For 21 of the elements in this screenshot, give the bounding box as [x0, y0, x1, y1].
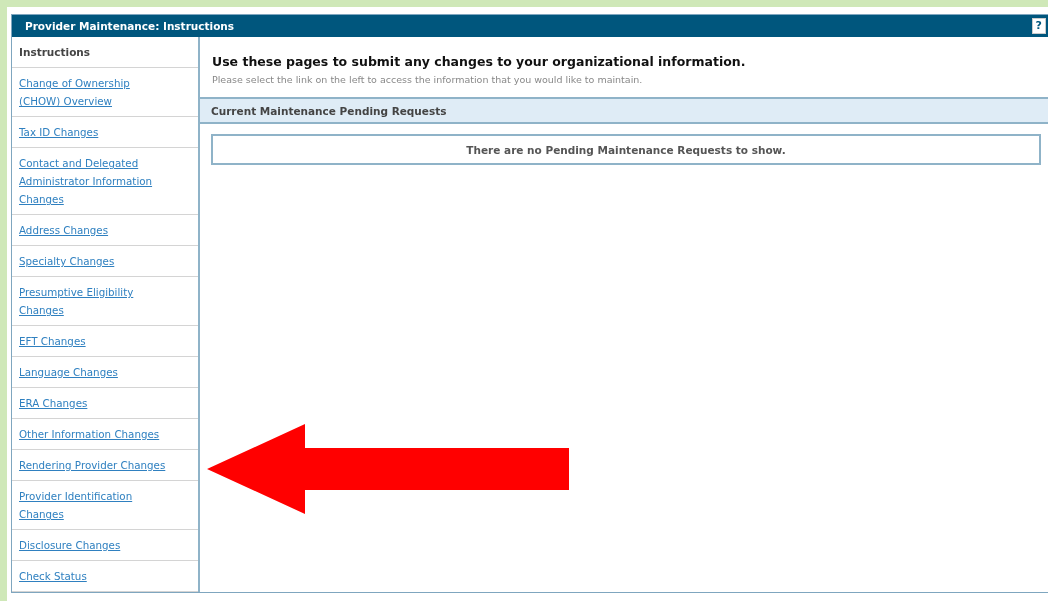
sidebar-item[interactable]: Instructions — [19, 46, 91, 58]
help-button[interactable]: ? — [1031, 18, 1046, 34]
sidebar-link[interactable]: Other Information Changes — [19, 425, 160, 443]
sidebar-link[interactable]: Rendering Provider Changes — [19, 456, 166, 474]
sidebar-link[interactable]: Tax ID Changes — [19, 123, 99, 141]
page-heading: Use these pages to submit any changes to your organizational information. — [212, 54, 747, 69]
sidebar-link[interactable]: Check Status — [19, 567, 87, 585]
sidebar-link[interactable]: ERA Changes — [19, 394, 88, 412]
sidebar-link[interactable]: EFT Changes — [19, 332, 86, 350]
sidebar-link[interactable]: Specialty Changes — [19, 252, 115, 270]
sidebar-link[interactable]: Change of Ownership (CHOW) Overview — [19, 74, 169, 110]
empty-message: There are no Pending Maintenance Requests to show. — [211, 134, 1041, 165]
sidebar-link[interactable]: Disclosure Changes — [19, 536, 121, 554]
sidebar-link[interactable]: Address Changes — [19, 221, 109, 239]
window-title: Provider Maintenance: Instructions — [25, 20, 235, 32]
sidebar-link[interactable]: Language Changes — [19, 363, 118, 381]
sidebar-link[interactable]: Provider Identification Changes — [19, 487, 169, 523]
page-subtitle: Please select the link on the left to access the information that you would like to maintain. — [212, 74, 644, 85]
section-title: Current Maintenance Pending Requests — [211, 104, 447, 117]
sidebar-link[interactable]: Contact and Delegated Administrator Information Changes — [19, 154, 169, 208]
sidebar-link[interactable]: Presumptive Eligibility Changes — [19, 283, 169, 319]
